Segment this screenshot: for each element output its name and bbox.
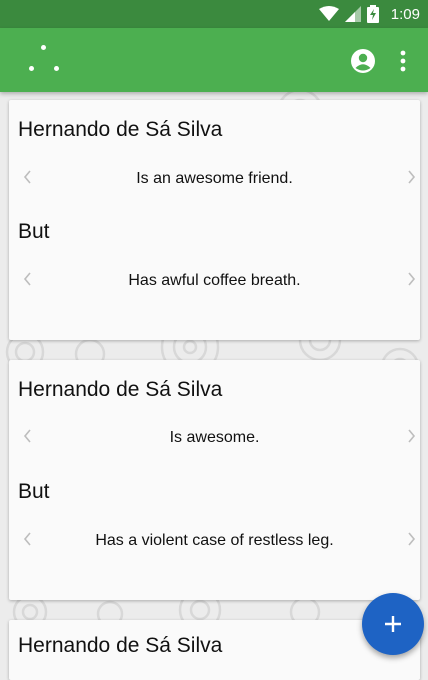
contact-name: Hernando de Sá Silva — [18, 634, 223, 657]
positive-trait: Is awesome. — [169, 429, 260, 446]
negative-trait: Has awful coffee breath. — [128, 272, 301, 289]
more-vert-icon[interactable] — [395, 48, 411, 74]
contact-card[interactable]: Hernando de Sá Silva Is awesome. But Has… — [9, 360, 420, 600]
negative-trait: Has a violent case of restless leg. — [95, 532, 334, 549]
chevron-right-icon[interactable] — [406, 170, 416, 184]
chevron-right-icon[interactable] — [406, 272, 416, 286]
battery-charging-icon — [366, 5, 379, 23]
contact-name: Hernando de Sá Silva — [18, 378, 223, 401]
contact-card[interactable]: Hernando de Sá Silva Is an awesome frien… — [9, 100, 420, 340]
three-dots-logo-icon[interactable] — [24, 42, 66, 78]
app-bar — [0, 28, 428, 92]
status-time: 1:09 — [390, 5, 420, 23]
positive-trait: Is an awesome friend. — [136, 170, 293, 187]
but-connector: But — [18, 220, 50, 243]
add-button[interactable] — [362, 593, 424, 655]
but-connector: But — [18, 480, 50, 503]
signal-icon — [344, 6, 361, 22]
wifi-icon — [318, 6, 339, 21]
chevron-right-icon[interactable] — [406, 532, 416, 546]
status-bar: 1:09 — [0, 0, 428, 28]
contact-name: Hernando de Sá Silva — [18, 118, 223, 141]
contact-card[interactable]: Hernando de Sá Silva — [9, 620, 420, 680]
plus-icon — [385, 616, 401, 632]
account-circle-icon[interactable] — [350, 48, 376, 74]
chevron-right-icon[interactable] — [406, 429, 416, 443]
